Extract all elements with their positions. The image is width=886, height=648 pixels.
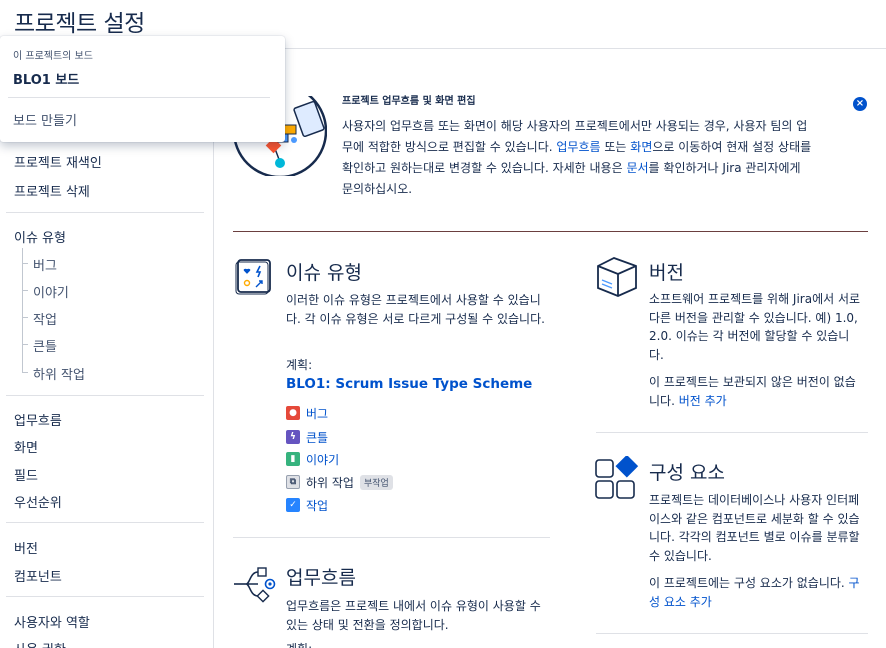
- sidebar-item-versions[interactable]: 버전: [14, 538, 38, 557]
- screens-docs-link[interactable]: 화면: [630, 140, 652, 154]
- bug-icon: ●: [286, 406, 300, 420]
- workflow-description: 업무흐름은 프로젝트 내에서 이슈 유형이 사용할 수 있는 상태 및 전환을 …: [286, 599, 541, 632]
- sidebar-item-workflows[interactable]: 업무흐름: [14, 410, 62, 429]
- workflow-title: 업무흐름: [286, 567, 356, 589]
- components-empty-text: 이 프로젝트에는 구성 요소가 없습니다.: [649, 576, 849, 590]
- board-link-blo1[interactable]: BLO1 보드: [13, 69, 79, 88]
- popup-divider: [8, 97, 270, 98]
- issue-types-icon: [235, 257, 273, 299]
- versions-empty: 이 프로젝트는 보관되지 않은 버전이 없습니다. 버전 추가: [649, 373, 864, 410]
- issue-type-label: 이야기: [306, 452, 340, 467]
- banner-text: 사용자의 업무흐름 또는 화면이 해당 사용자의 프로젝트에서만 사용되는 경우…: [342, 116, 812, 200]
- sidebar-item-epic[interactable]: 큰틀: [33, 336, 57, 355]
- sidebar-item-reindex[interactable]: 프로젝트 재색인: [14, 152, 102, 171]
- versions-description: 소프트웨어 프로젝트를 위해 Jira에서 서로 다른 버전을 관리할 수 있습…: [649, 292, 861, 362]
- tree-tick: [22, 263, 28, 264]
- components-icon: [594, 454, 640, 506]
- sidebar-item-task[interactable]: 작업: [33, 309, 57, 328]
- tree-tick: [22, 290, 28, 291]
- documentation-link[interactable]: 문서: [626, 161, 648, 175]
- sidebar-divider: [6, 596, 204, 597]
- add-version-link[interactable]: 버전 추가: [679, 394, 727, 408]
- issue-type-scheme-link[interactable]: BLO1: Scrum Issue Type Scheme: [286, 376, 532, 392]
- issue-type-row-task[interactable]: ✓ 작업: [286, 497, 328, 513]
- popup-heading: 이 프로젝트의 보드: [13, 51, 93, 62]
- card-divider: [596, 432, 868, 433]
- tree-line: [22, 248, 23, 372]
- issue-types-title: 이슈 유형: [286, 262, 362, 284]
- card-divider: [596, 633, 868, 634]
- card-divider: [233, 537, 550, 538]
- page-title: 프로젝트 설정: [14, 11, 145, 37]
- sidebar-item-components[interactable]: 컴포넌트: [14, 566, 62, 585]
- components-title: 구성 요소: [649, 462, 725, 484]
- banner-text-part: 또는: [600, 140, 631, 154]
- subtask-badge: 부작업: [359, 474, 393, 490]
- sidebar-item-users-roles[interactable]: 사용자와 역할: [14, 612, 90, 631]
- sidebar-item-permissions[interactable]: 사용 권한: [14, 639, 66, 648]
- sidebar-item-subtask[interactable]: 하위 작업: [33, 364, 85, 383]
- issue-type-label: 버그: [306, 406, 329, 421]
- header-divider: [214, 48, 886, 49]
- issue-type-label: 하위 작업: [306, 475, 354, 490]
- workflow-scheme-label: 계획:: [286, 640, 312, 648]
- tree-tick: [22, 317, 28, 318]
- workflow-icon: [232, 564, 278, 608]
- sidebar-item-fields[interactable]: 필드: [14, 465, 38, 484]
- sidebar-divider: [6, 522, 204, 523]
- components-empty: 이 프로젝트에는 구성 요소가 없습니다. 구성 요소 추가: [649, 574, 864, 611]
- issue-type-scheme-label: 계획:: [286, 358, 313, 372]
- issue-type-row-story[interactable]: ▮ 이야기: [286, 451, 339, 467]
- versions-title: 버전: [649, 262, 684, 284]
- sidebar-item-bug[interactable]: 버그: [33, 255, 57, 274]
- create-board-link[interactable]: 보드 만들기: [13, 110, 77, 129]
- board-dropdown: 이 프로젝트의 보드 BLO1 보드 보드 만들기: [0, 36, 285, 142]
- sidebar-item-screens[interactable]: 화면: [14, 437, 38, 456]
- sidebar-item-priorities[interactable]: 우선순위: [14, 492, 62, 511]
- close-icon[interactable]: ×: [853, 97, 867, 111]
- sidebar-divider: [6, 395, 204, 396]
- banner-divider: [233, 231, 868, 232]
- sidebar-item-delete-project[interactable]: 프로젝트 삭제: [14, 181, 90, 200]
- issue-type-row-epic[interactable]: ϟ 큰틀: [286, 429, 328, 445]
- sidebar-divider: [6, 212, 204, 213]
- workflow-docs-link[interactable]: 업무흐름: [556, 140, 600, 154]
- task-icon: ✓: [286, 498, 300, 512]
- epic-icon: ϟ: [286, 430, 300, 444]
- issue-types-description: 이러한 이슈 유형은 프로젝트에서 사용할 수 있습니다. 각 이슈 유형은 서…: [286, 293, 545, 326]
- versions-box-icon: [594, 254, 640, 304]
- sidebar-item-story[interactable]: 이야기: [33, 282, 69, 301]
- issue-type-row-bug[interactable]: ● 버그: [286, 405, 328, 421]
- tree-tick: [22, 344, 28, 345]
- issue-type-label: 작업: [306, 498, 329, 513]
- subtask-icon: ⧉: [286, 475, 300, 489]
- banner-title: 프로젝트 업무흐름 및 화면 편집: [342, 96, 476, 107]
- sidebar-item-issue-types[interactable]: 이슈 유형: [14, 227, 66, 246]
- components-description: 프로젝트는 데이터베이스나 사용자 인터페이스와 같은 컴포넌트로 세분화 할 …: [649, 493, 860, 563]
- tree-tick: [22, 372, 28, 373]
- issue-type-label: 큰틀: [306, 430, 329, 445]
- issue-type-row-subtask[interactable]: ⧉ 하위 작업 부작업: [286, 474, 393, 490]
- story-icon: ▮: [286, 452, 300, 466]
